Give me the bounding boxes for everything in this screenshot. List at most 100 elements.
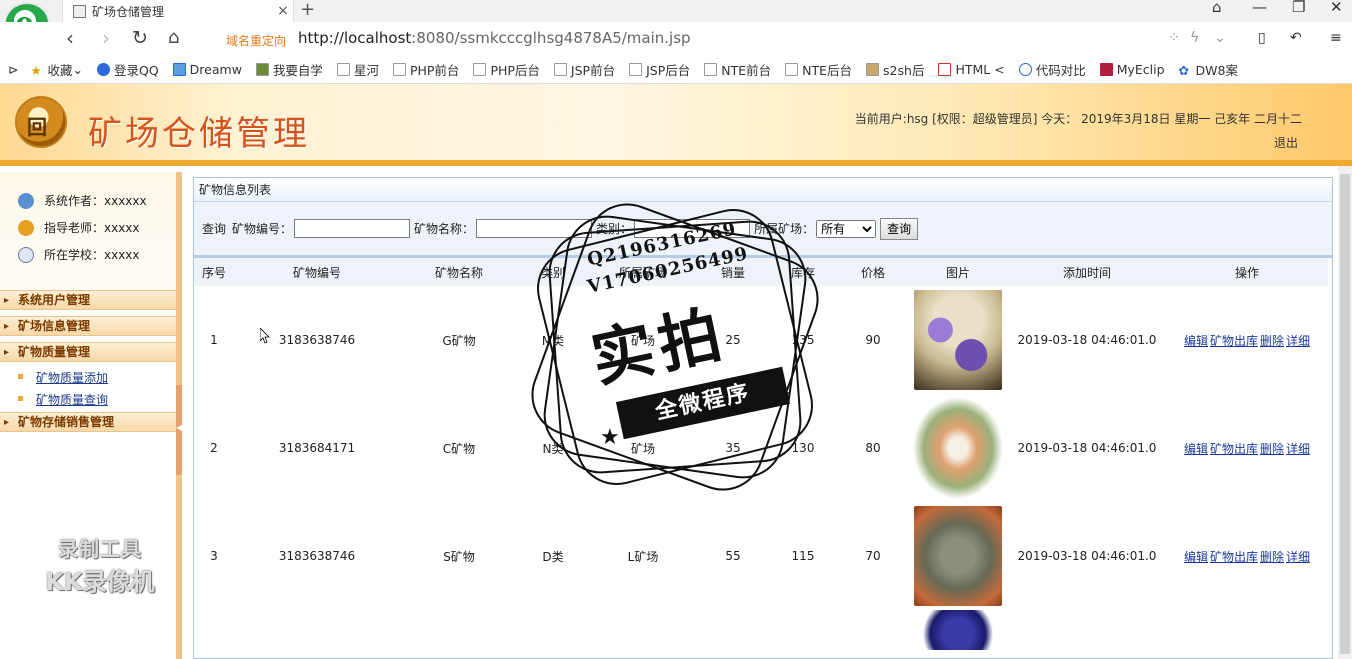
minimize-icon[interactable]: —: [1252, 0, 1267, 15]
browser-tab[interactable]: 矿场仓储管理 ×: [62, 0, 294, 22]
redirect-tag: 域名重定向: [226, 34, 287, 48]
scrollbar-thumb[interactable]: [1340, 174, 1350, 654]
cell-image: [908, 502, 1008, 610]
bookmark-icon[interactable]: ▯: [1258, 30, 1266, 46]
url-input[interactable]: http://localhost:8080/ssmkcccglhsg4878A5…: [298, 29, 691, 47]
search-button[interactable]: 查询: [880, 217, 919, 240]
lightning-icon[interactable]: ϟ: [1190, 30, 1199, 46]
site-header: 回 矿场仓储管理 当前用户:hsg [权限：超级管理员] 今天： 2019年3月…: [0, 84, 1352, 166]
query-label: 查询: [202, 222, 227, 236]
school-info: 所在学校：xxxxx: [18, 246, 140, 263]
menu-storage-sales[interactable]: 矿物存储销售管理: [0, 412, 176, 432]
site-title: 矿场仓储管理: [88, 114, 310, 154]
outbound-link[interactable]: 矿物出库: [1210, 334, 1258, 348]
bookmark-item[interactable]: 登录QQ: [96, 60, 159, 79]
bookmark-item[interactable]: PHP前台: [392, 60, 459, 79]
detail-link[interactable]: 详细: [1286, 442, 1310, 456]
menu-mine-site[interactable]: 矿场信息管理: [0, 316, 176, 336]
col-header: 添加时间: [1008, 258, 1166, 286]
cell-time: 2019-03-18 04:46:01.0: [1017, 333, 1157, 347]
tab-title: 矿场仓储管理: [92, 4, 165, 19]
back-icon[interactable]: ‹: [66, 26, 74, 50]
forward-icon[interactable]: ›: [102, 26, 110, 50]
bookmark-item[interactable]: 代码对比: [1018, 60, 1086, 79]
undo-icon[interactable]: ↶: [1290, 30, 1302, 46]
col-header: 序号: [194, 258, 234, 286]
menu-icon[interactable]: ≡: [1330, 30, 1342, 46]
cell-site: L矿场: [627, 549, 659, 564]
tab-close-icon[interactable]: ×: [273, 3, 293, 19]
menu-system-users[interactable]: 系统用户管理: [0, 290, 176, 310]
school-icon: [18, 246, 34, 263]
bookmark-item[interactable]: NTE前台: [704, 60, 771, 79]
detail-link[interactable]: 详细: [1286, 334, 1310, 348]
cell-stock: 130: [791, 441, 815, 455]
cell-type: D类: [542, 549, 564, 564]
edit-link[interactable]: 编辑: [1184, 442, 1208, 456]
sidebar-collapse-handle[interactable]: ◀: [176, 385, 182, 475]
page-favicon-icon: [73, 4, 86, 18]
cell-code: 3183684171: [278, 441, 356, 455]
bookmark-item[interactable]: MyEclip: [1099, 62, 1165, 77]
delete-link[interactable]: 删除: [1260, 442, 1284, 456]
page-scrollbar[interactable]: [1338, 166, 1352, 659]
bookmark-item[interactable]: s2sh后: [866, 60, 924, 79]
chevron-down-icon[interactable]: ⌄: [1214, 30, 1226, 46]
outbound-link[interactable]: 矿物出库: [1210, 442, 1258, 456]
page-icon: [336, 63, 350, 76]
bookmark-item[interactable]: NTE后台: [785, 60, 852, 79]
bookmark-item[interactable]: Dreamw: [172, 62, 242, 77]
cell-actions: 编辑 矿物出库 删除 详细: [1166, 394, 1328, 502]
delete-link[interactable]: 删除: [1260, 550, 1284, 564]
mineral-code-input[interactable]: [294, 219, 411, 238]
edit-link[interactable]: 编辑: [1184, 550, 1208, 564]
menu-mineral-quality[interactable]: 矿物质量管理: [0, 342, 176, 362]
col-header: 价格: [838, 258, 908, 286]
home-icon[interactable]: ⌂: [168, 26, 179, 50]
mine-site-select[interactable]: 所有: [816, 219, 877, 238]
delete-link[interactable]: 删除: [1260, 334, 1284, 348]
bookmark-item[interactable]: ✿ DW8案: [1179, 60, 1238, 79]
address-bar: ‹ › ↻ ⌂ 域名重定向 http://localhost:8080/ssmk…: [0, 22, 1352, 56]
cell-type: N类: [542, 441, 564, 456]
col-header: 库存: [768, 258, 838, 286]
edit-link[interactable]: 编辑: [1184, 334, 1208, 348]
cell-price: 70: [865, 549, 881, 563]
menu-mineral-quality-add[interactable]: 矿物质量添加: [17, 369, 108, 386]
bookmark-item[interactable]: JSP后台: [629, 60, 690, 79]
shirt-icon[interactable]: ⌂: [1212, 0, 1222, 15]
cell-type: M类: [541, 333, 565, 348]
teacher-icon: [18, 219, 34, 236]
mineral-name-input[interactable]: [476, 219, 593, 238]
user-group-icon: [18, 192, 34, 209]
site-logo-icon: 回: [15, 96, 67, 148]
bookmark-expand-icon[interactable]: ⊳: [8, 62, 18, 77]
detail-link[interactable]: 详细: [1286, 550, 1310, 564]
mineral-image: [914, 506, 1002, 606]
page-icon: [704, 63, 718, 76]
cell-actions: 编辑 矿物出库 删除 详细: [1166, 286, 1328, 394]
new-tab-button[interactable]: +: [300, 0, 315, 20]
collapse-arrow-icon: ◀: [176, 423, 183, 432]
bookmark-item[interactable]: HTML <: [938, 62, 1005, 77]
table-row: 3 3183638746 S矿物 D类 L矿场 55 115 70 2019-0…: [194, 502, 1328, 610]
bookmark-item[interactable]: PHP后台: [473, 60, 540, 79]
mineral-image: [914, 290, 1002, 390]
col-header: 矿物名称: [400, 258, 518, 286]
bookmarks-bar: ⊳ ★ 收藏 ⌄ 登录QQ Dreamw 我要自学 星河 PHP前台 PHP后台 …: [0, 56, 1352, 84]
logout-link[interactable]: 退出: [1274, 134, 1298, 151]
grid-icon[interactable]: ⁘: [1168, 30, 1180, 46]
bookmark-item[interactable]: ★ 收藏 ⌄: [30, 60, 83, 79]
restore-icon[interactable]: ❐: [1292, 0, 1305, 15]
main-panel: 矿物信息列表 查询 矿物编号： 矿物名称： 类别： 所属矿场： 所有 查询 序号…: [193, 177, 1333, 659]
close-window-icon[interactable]: ✕: [1330, 0, 1343, 15]
cell-code: 3183638746: [278, 333, 356, 347]
cell-name: C矿物: [442, 441, 476, 456]
menu-mineral-quality-query[interactable]: 矿物质量查询: [17, 391, 108, 408]
name-label: 矿物名称：: [414, 222, 475, 236]
bookmark-item[interactable]: 我要自学: [255, 60, 323, 79]
bookmark-item[interactable]: JSP前台: [553, 60, 615, 79]
bookmark-item[interactable]: 星河: [336, 60, 379, 79]
reload-icon[interactable]: ↻: [132, 26, 148, 50]
outbound-link[interactable]: 矿物出库: [1210, 550, 1258, 564]
